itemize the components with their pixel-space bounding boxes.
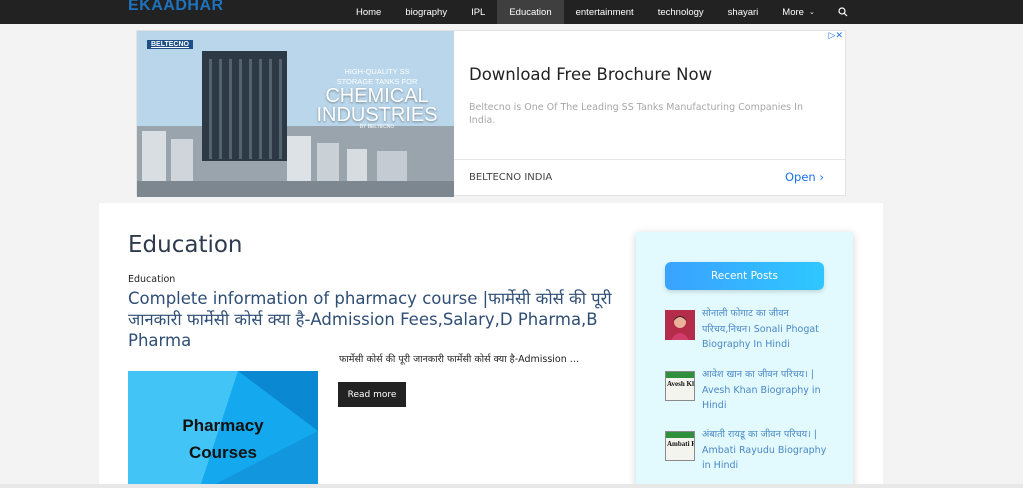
ad-headline[interactable]: Download Free Brochure Now xyxy=(469,65,712,84)
post-category-link[interactable]: Education xyxy=(128,274,175,285)
ad-brand-logo: BELTECNO xyxy=(147,40,193,49)
nav-more-label: More xyxy=(782,6,804,18)
page-title: Education xyxy=(128,232,243,258)
chevron-down-icon: ⌄ xyxy=(808,9,815,16)
post-excerpt: फार्मेसी कोर्स की पूरी जानकारी फार्मेसी … xyxy=(339,354,580,365)
nav-item-ipl[interactable]: IPL xyxy=(459,0,497,24)
chevron-right-icon: › xyxy=(819,170,824,184)
ad-image[interactable]: BELTECNO HIGH-QUALITY SS STORAGE TANKS F… xyxy=(137,31,454,197)
post-thumbnail[interactable]: Pharmacy Courses xyxy=(128,371,318,488)
recent-post-thumb-label: Ambati R Biogra xyxy=(667,440,694,448)
top-navbar: EKAADHAR Home biography IPL Education en… xyxy=(0,0,1023,24)
search-button[interactable] xyxy=(827,0,853,24)
recent-post-title[interactable]: सोनाली फोगाट का जीवन परिचय,निधन। Sonali … xyxy=(702,306,832,353)
thumbnail-line2: Courses xyxy=(188,443,258,462)
nav-item-technology[interactable]: technology xyxy=(646,0,716,24)
advertisement-banner[interactable]: BELTECNO HIGH-QUALITY SS STORAGE TANKS F… xyxy=(136,30,846,197)
recent-posts-heading: Recent Posts xyxy=(665,262,824,290)
ad-open-button[interactable]: Open › xyxy=(785,170,824,184)
page-bottom-strip xyxy=(0,484,1023,488)
ad-image-headline: CHEMICAL INDUSTRIES xyxy=(316,85,438,126)
sidebar-recent-posts: Recent Posts सोनाली फोगाट का जीवन परिचय,… xyxy=(636,232,853,488)
main-nav: Home biography IPL Education entertainme… xyxy=(344,0,853,24)
ad-description: Beltecno is One Of The Leading SS Tanks … xyxy=(469,102,803,126)
nav-item-home[interactable]: Home xyxy=(344,0,393,24)
thumbnail-text: Pharmacy Courses xyxy=(128,412,318,466)
recent-post-thumbnail[interactable]: Avesh Kh Biograp xyxy=(665,371,695,401)
recent-post-title[interactable]: अंबाती रायडू का जीवन परिचय। | Ambati Ray… xyxy=(702,427,832,474)
recent-post-thumb-label: Avesh Kh Biograp xyxy=(667,380,695,388)
nav-item-shayari[interactable]: shayari xyxy=(716,0,771,24)
ad-divider xyxy=(454,159,845,160)
nav-item-more[interactable]: More ⌄ xyxy=(770,0,827,24)
thumbnail-banner xyxy=(666,372,694,378)
avatar-photo xyxy=(665,310,695,340)
thumbnail-line1: Pharmacy xyxy=(182,416,264,435)
read-more-button[interactable]: Read more xyxy=(338,382,406,407)
site-logo[interactable]: EKAADHAR xyxy=(128,0,224,15)
recent-post-thumbnail[interactable] xyxy=(665,310,695,340)
ad-choices-icon[interactable]: ▷✕ xyxy=(829,31,843,41)
recent-post-title[interactable]: आवेश खान का जीवन परिचय। | Avesh Khan Bio… xyxy=(702,367,832,414)
nav-item-entertainment[interactable]: entertainment xyxy=(564,0,646,24)
search-icon xyxy=(838,7,848,17)
nav-item-education[interactable]: Education xyxy=(497,0,564,24)
post-title-link[interactable]: Complete information of pharmacy course … xyxy=(128,288,613,351)
ad-open-label: Open xyxy=(785,170,816,184)
ad-advertiser: BELTECNO INDIA xyxy=(469,172,553,183)
thumbnail-banner xyxy=(666,432,694,438)
ad-image-byline: BY BELTECNO xyxy=(359,124,395,130)
ad-image-line1: HIGH-QUALITY SS xyxy=(344,67,410,76)
recent-post-thumbnail[interactable]: Ambati R Biogra xyxy=(665,431,695,461)
nav-item-biography[interactable]: biography xyxy=(393,0,459,24)
